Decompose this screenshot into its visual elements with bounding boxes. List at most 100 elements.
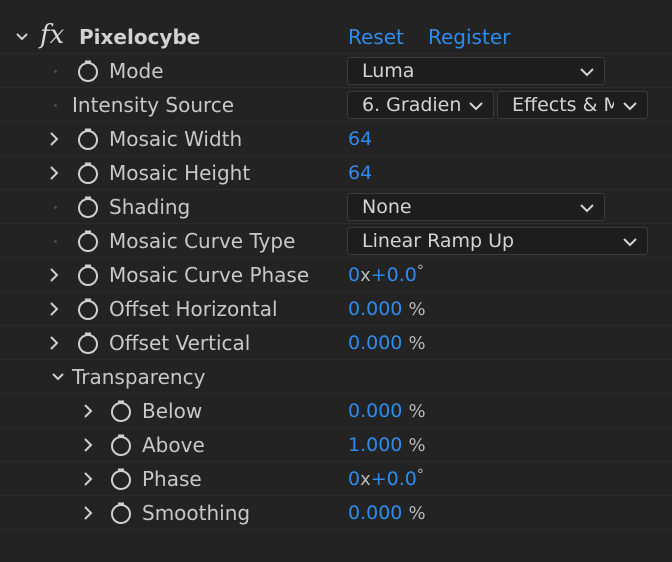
param-row-mosaic-height: Mosaic Height 64	[0, 156, 672, 190]
param-row-mosaic-curve-phase: Mosaic Curve Phase 0x+0.0°	[0, 258, 672, 292]
param-row-smoothing: Smoothing 0.000 %	[0, 496, 672, 530]
chevron-right-icon[interactable]	[80, 400, 100, 422]
group-row-transparency: Transparency	[0, 360, 672, 394]
effect-controls-panel: fx Pixelocybe Reset Register Mode Luma I…	[0, 0, 672, 562]
reset-link[interactable]: Reset	[348, 20, 404, 54]
chevron-right-icon[interactable]	[46, 298, 66, 320]
param-label: Below	[142, 399, 203, 423]
angle-value: 0x+0.0°	[348, 462, 424, 496]
mosaic-height-value[interactable]: 64	[348, 156, 372, 190]
param-label: Mosaic Height	[109, 161, 251, 185]
revolutions-value[interactable]: 0	[348, 264, 360, 286]
angle-value: 0x+0.0°	[348, 258, 424, 292]
param-label: Phase	[142, 467, 202, 491]
dropdown-value: 6. Gradien	[362, 94, 462, 116]
no-twirl-dot	[54, 206, 57, 209]
below-value[interactable]: 0.000	[348, 400, 402, 422]
percent-unit: %	[408, 401, 426, 422]
stopwatch-icon[interactable]	[109, 399, 133, 423]
no-twirl-dot	[54, 70, 57, 73]
percent-value: 1.000 %	[348, 428, 426, 462]
percent-unit: %	[408, 299, 426, 320]
chevron-down-icon[interactable]	[50, 366, 70, 388]
stopwatch-icon[interactable]	[109, 433, 133, 457]
dropdown-value: Linear Ramp Up	[362, 230, 515, 252]
chevron-down-icon	[623, 102, 637, 111]
param-label: Mode	[109, 59, 164, 83]
param-row-mode: Mode Luma	[0, 54, 672, 88]
chevron-right-icon[interactable]	[46, 264, 66, 286]
param-label: Intensity Source	[72, 93, 235, 117]
effect-header-row: fx Pixelocybe Reset Register	[0, 20, 672, 54]
fx-toggle-icon[interactable]: fx	[40, 18, 64, 52]
chevron-down-icon	[580, 68, 594, 77]
chevron-right-icon[interactable]	[46, 162, 66, 184]
mode-dropdown[interactable]: Luma	[347, 57, 605, 85]
param-row-below: Below 0.000 %	[0, 394, 672, 428]
percent-value: 0.000 %	[348, 326, 426, 360]
revolutions-unit: x	[360, 469, 371, 490]
param-row-offset-horizontal: Offset Horizontal 0.000 %	[0, 292, 672, 326]
param-label: Mosaic Curve Type	[109, 229, 296, 253]
param-row-mosaic-curve-type: Mosaic Curve Type Linear Ramp Up	[0, 224, 672, 258]
degree-unit: °	[416, 263, 424, 279]
chevron-down-icon[interactable]	[14, 26, 34, 48]
revolutions-unit: x	[360, 265, 371, 286]
percent-unit: %	[408, 333, 426, 354]
stopwatch-icon[interactable]	[76, 195, 100, 219]
percent-unit: %	[408, 435, 426, 456]
param-label: Shading	[109, 195, 191, 219]
dropdown-value: None	[362, 196, 412, 218]
chevron-right-icon[interactable]	[46, 128, 66, 150]
no-twirl-dot	[54, 240, 57, 243]
degree-unit: °	[416, 467, 424, 483]
stopwatch-icon[interactable]	[76, 331, 100, 355]
chevron-right-icon[interactable]	[80, 502, 100, 524]
stopwatch-icon[interactable]	[109, 467, 133, 491]
mosaic-width-value[interactable]: 64	[348, 122, 372, 156]
param-label: Above	[142, 433, 205, 457]
offset-horizontal-value[interactable]: 0.000	[348, 298, 402, 320]
mosaic-curve-type-dropdown[interactable]: Linear Ramp Up	[347, 227, 648, 255]
above-value[interactable]: 1.000	[348, 434, 402, 456]
param-label: Offset Vertical	[109, 331, 251, 355]
shading-dropdown[interactable]: None	[347, 193, 605, 221]
offset-vertical-value[interactable]: 0.000	[348, 332, 402, 354]
source-dropdown[interactable]: Effects & M	[497, 91, 648, 119]
chevron-down-icon	[623, 238, 637, 247]
layer-dropdown[interactable]: 6. Gradien	[347, 91, 494, 119]
param-row-intensity-source: Intensity Source 6. Gradien Effects & M	[0, 88, 672, 122]
dropdown-value: Effects & M	[512, 94, 614, 116]
param-row-offset-vertical: Offset Vertical 0.000 %	[0, 326, 672, 360]
stopwatch-icon[interactable]	[76, 263, 100, 287]
stopwatch-icon[interactable]	[76, 59, 100, 83]
stopwatch-icon[interactable]	[76, 127, 100, 151]
param-row-shading: Shading None	[0, 190, 672, 224]
no-twirl-dot	[54, 104, 57, 107]
param-row-mosaic-width: Mosaic Width 64	[0, 122, 672, 156]
percent-unit: %	[408, 503, 426, 524]
stopwatch-icon[interactable]	[76, 161, 100, 185]
effect-name: Pixelocybe	[79, 25, 201, 49]
chevron-right-icon[interactable]	[46, 332, 66, 354]
percent-value: 0.000 %	[348, 496, 426, 530]
stopwatch-icon[interactable]	[76, 297, 100, 321]
degrees-value[interactable]: +0.0	[371, 264, 417, 286]
param-label: Mosaic Width	[109, 127, 243, 151]
dropdown-value: Luma	[362, 60, 415, 82]
chevron-right-icon[interactable]	[80, 468, 100, 490]
revolutions-value[interactable]: 0	[348, 468, 360, 490]
percent-value: 0.000 %	[348, 394, 426, 428]
param-row-above: Above 1.000 %	[0, 428, 672, 462]
param-row-phase: Phase 0x+0.0°	[0, 462, 672, 496]
param-label: Mosaic Curve Phase	[109, 263, 310, 287]
param-label: Smoothing	[142, 501, 251, 525]
chevron-down-icon	[580, 204, 594, 213]
smoothing-value[interactable]: 0.000	[348, 502, 402, 524]
chevron-right-icon[interactable]	[80, 434, 100, 456]
register-link[interactable]: Register	[428, 20, 510, 54]
chevron-down-icon	[469, 102, 483, 111]
stopwatch-icon[interactable]	[76, 229, 100, 253]
degrees-value[interactable]: +0.0	[371, 468, 417, 490]
stopwatch-icon[interactable]	[109, 501, 133, 525]
